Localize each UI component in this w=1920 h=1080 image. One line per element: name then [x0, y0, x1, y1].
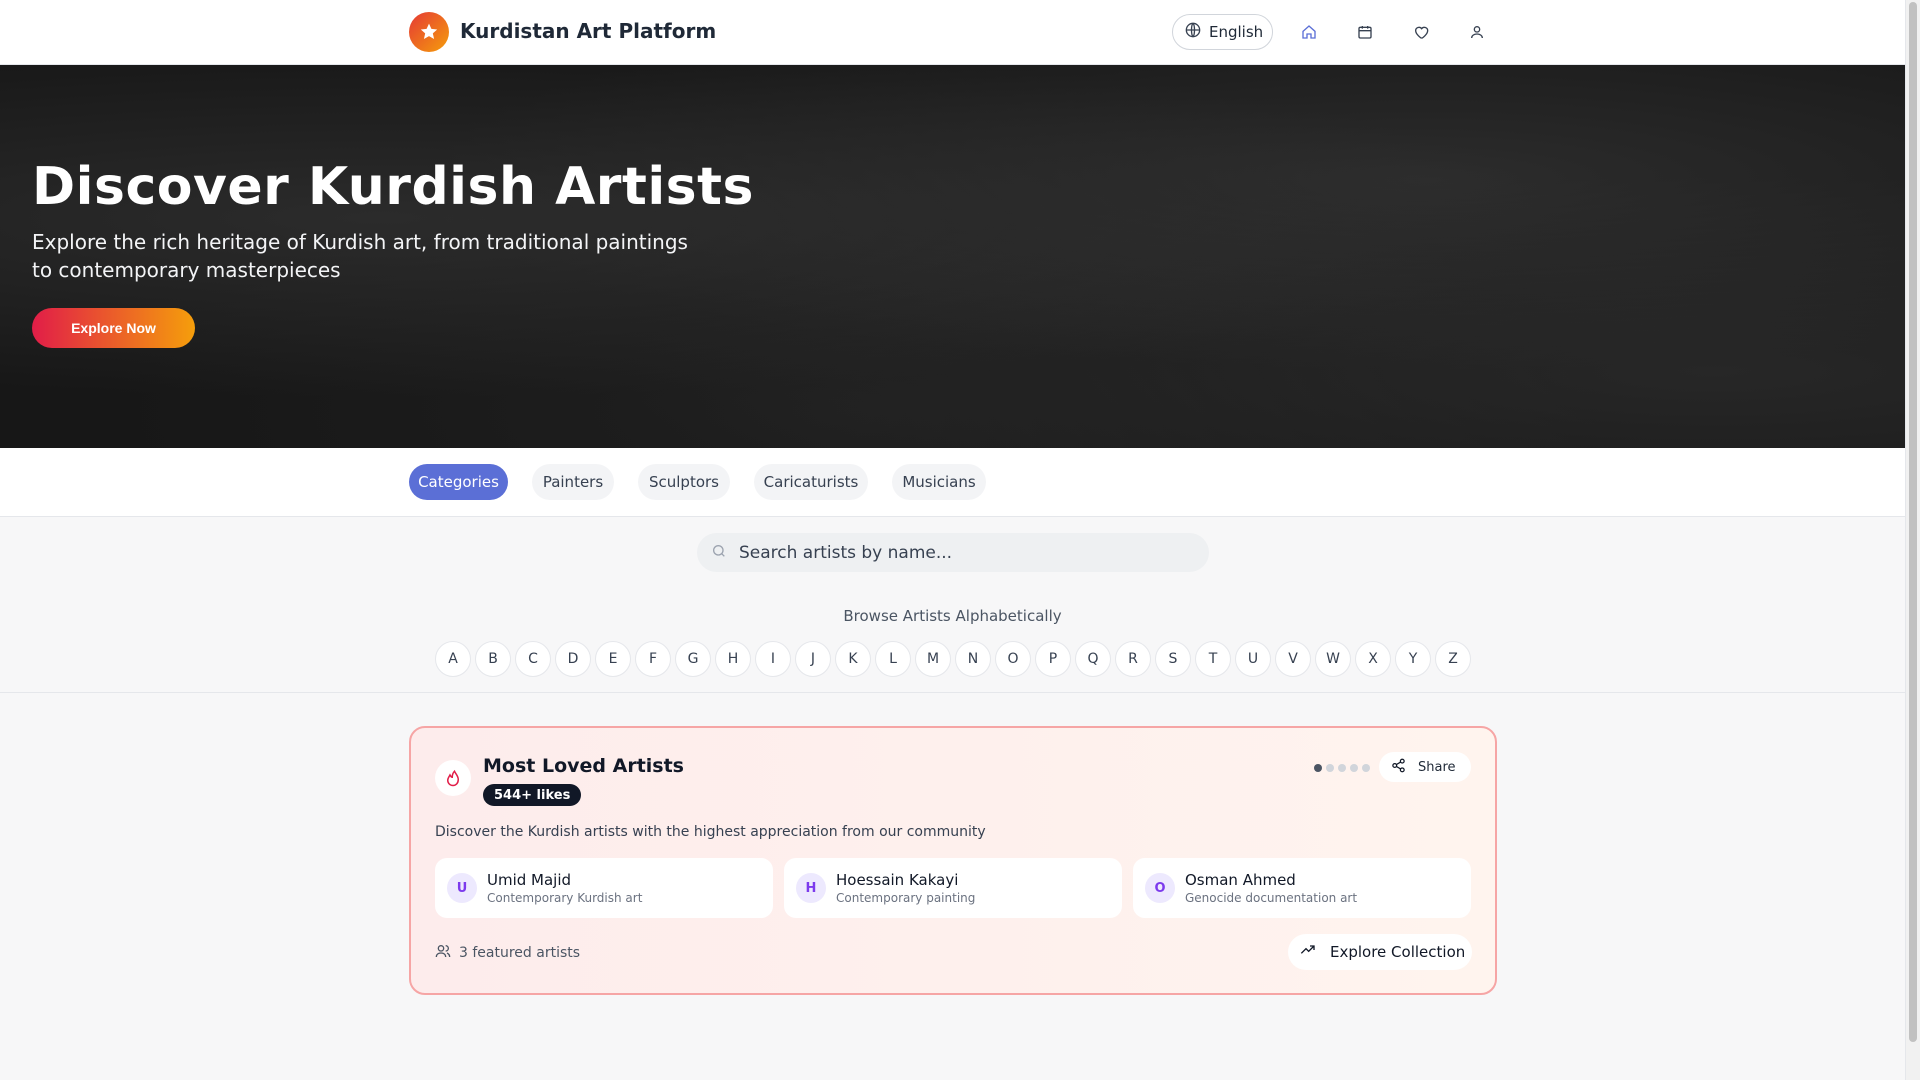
letter-k[interactable]: K	[835, 641, 871, 677]
letter-h[interactable]: H	[715, 641, 751, 677]
featured-label: 3 featured artists	[459, 945, 581, 961]
letter-f[interactable]: F	[635, 641, 671, 677]
hero-subtitle: Explore the rich heritage of Kurdish art…	[32, 230, 688, 282]
letter-i[interactable]: I	[755, 641, 791, 677]
carousel-dot[interactable]	[1326, 764, 1334, 772]
section-divider	[0, 692, 1905, 693]
collection-description: Discover the Kurdish artists with the hi…	[435, 824, 986, 840]
alphabet-filter: A B C D E F G H I J K L M N O P Q R S T …	[435, 641, 1471, 677]
avatar: O	[1145, 873, 1175, 903]
letter-n[interactable]: N	[955, 641, 991, 677]
category-tabs: Categories Painters Sculptors Caricaturi…	[0, 448, 1905, 517]
tab-sculptors[interactable]: Sculptors	[638, 464, 730, 500]
letter-x[interactable]: X	[1355, 641, 1391, 677]
letter-v[interactable]: V	[1275, 641, 1311, 677]
calendar-icon[interactable]	[1351, 18, 1379, 46]
carousel-dot[interactable]	[1338, 764, 1346, 772]
explore-now-button[interactable]: Explore Now	[32, 308, 195, 348]
user-icon[interactable]	[1463, 18, 1491, 46]
users-icon	[435, 943, 451, 963]
hero-title: Discover Kurdish Artists	[32, 157, 754, 217]
share-button[interactable]: Share	[1379, 752, 1471, 782]
brand-title[interactable]: Kurdistan Art Platform	[460, 19, 716, 43]
letter-l[interactable]: L	[875, 641, 911, 677]
tab-painters[interactable]: Painters	[532, 464, 614, 500]
heart-icon[interactable]	[1407, 18, 1435, 46]
scrollbar-thumb[interactable]	[1909, 2, 1917, 1042]
home-icon[interactable]	[1295, 18, 1323, 46]
avatar: U	[447, 873, 477, 903]
letter-q[interactable]: Q	[1075, 641, 1111, 677]
language-label: English	[1209, 23, 1264, 41]
letter-o[interactable]: O	[995, 641, 1031, 677]
search-icon	[711, 543, 727, 563]
search-input[interactable]	[739, 542, 1179, 563]
alphabet-label: Browse Artists Alphabetically	[843, 607, 1062, 625]
letter-z[interactable]: Z	[1435, 641, 1471, 677]
globe-icon	[1185, 22, 1201, 42]
letter-d[interactable]: D	[555, 641, 591, 677]
tab-caricaturists[interactable]: Caricaturists	[754, 464, 868, 500]
letter-w[interactable]: W	[1315, 641, 1351, 677]
artist-specialty: Contemporary Kurdish art	[487, 891, 643, 905]
most-loved-collection-card: Most Loved Artists 544+ likes Share Disc…	[409, 726, 1497, 995]
collection-title: Most Loved Artists	[483, 755, 684, 777]
flame-icon	[435, 760, 471, 796]
letter-e[interactable]: E	[595, 641, 631, 677]
letter-p[interactable]: P	[1035, 641, 1071, 677]
letter-u[interactable]: U	[1235, 641, 1271, 677]
tab-categories[interactable]: Categories	[409, 464, 508, 500]
avatar: H	[796, 873, 826, 903]
letter-m[interactable]: M	[915, 641, 951, 677]
explore-collection-label: Explore Collection	[1330, 943, 1466, 961]
letter-b[interactable]: B	[475, 641, 511, 677]
letter-t[interactable]: T	[1195, 641, 1231, 677]
artist-specialty: Contemporary painting	[836, 891, 976, 905]
hero-banner: Discover Kurdish Artists Explore the ric…	[0, 65, 1905, 448]
letter-j[interactable]: J	[795, 641, 831, 677]
artist-name: Umid Majid	[487, 871, 572, 889]
explore-collection-button[interactable]: Explore Collection	[1288, 934, 1472, 970]
letter-s[interactable]: S	[1155, 641, 1191, 677]
share-label: Share	[1418, 759, 1456, 775]
artist-specialty: Genocide documentation art	[1185, 891, 1358, 905]
logo-icon[interactable]	[409, 12, 449, 52]
carousel-dot[interactable]	[1350, 764, 1358, 772]
page-scrollbar[interactable]	[1905, 0, 1920, 1080]
top-navbar: Kurdistan Art Platform English	[0, 0, 1905, 65]
letter-c[interactable]: C	[515, 641, 551, 677]
language-selector[interactable]: English	[1172, 14, 1273, 50]
artist-name: Hoessain Kakayi	[836, 871, 959, 889]
letter-y[interactable]: Y	[1395, 641, 1431, 677]
carousel-dot[interactable]	[1362, 764, 1370, 772]
search-bar[interactable]	[697, 533, 1209, 572]
artist-name: Osman Ahmed	[1185, 871, 1296, 889]
share-icon	[1391, 758, 1406, 777]
letter-a[interactable]: A	[435, 641, 471, 677]
artist-card[interactable]: U Umid Majid Contemporary Kurdish art	[435, 858, 773, 918]
featured-count: 3 featured artists	[435, 943, 580, 963]
letter-g[interactable]: G	[675, 641, 711, 677]
likes-badge: 544+ likes	[483, 784, 582, 806]
artist-card[interactable]: O Osman Ahmed Genocide documentation art	[1133, 858, 1471, 918]
artist-card[interactable]: H Hoessain Kakayi Contemporary painting	[784, 858, 1122, 918]
carousel-indicator	[1314, 764, 1370, 772]
carousel-dot[interactable]	[1314, 764, 1322, 772]
trending-up-icon	[1300, 942, 1316, 962]
tab-musicians[interactable]: Musicians	[892, 464, 986, 500]
letter-r[interactable]: R	[1115, 641, 1151, 677]
